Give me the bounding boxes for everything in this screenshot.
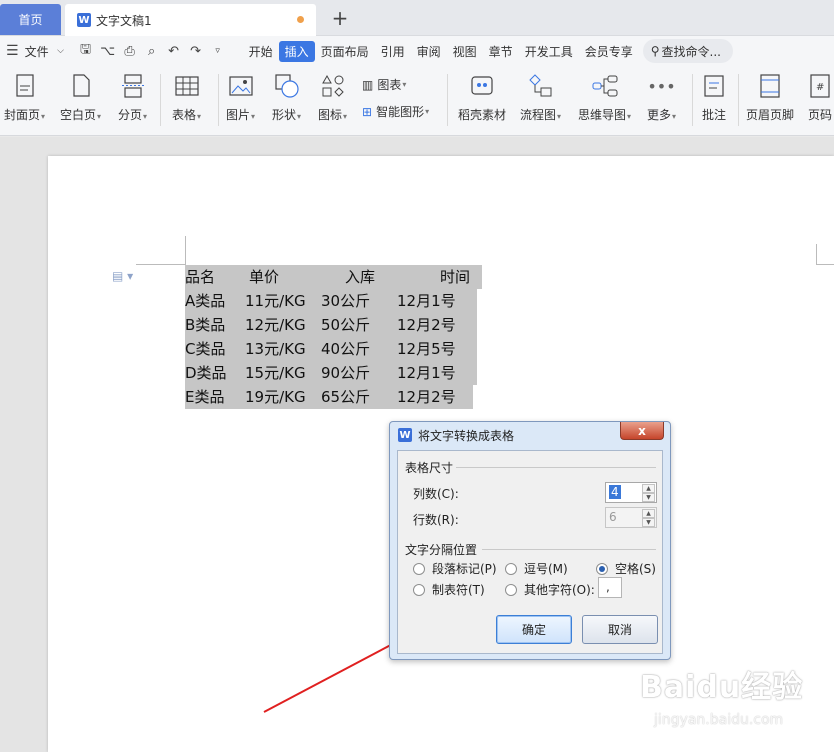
- stepper-down-icon: ▼: [642, 518, 655, 527]
- table-size-group-title: 表格尺寸: [405, 461, 454, 475]
- radio-paragraph-mark[interactable]: 段落标记(P): [413, 560, 497, 577]
- stepper-up-icon[interactable]: ▲: [642, 484, 655, 493]
- radio-comma[interactable]: 逗号(M): [505, 560, 568, 577]
- ok-button[interactable]: 确定: [496, 615, 572, 644]
- stepper-down-icon[interactable]: ▼: [642, 493, 655, 502]
- baidu-jingyan-watermark: Baidu经验: [640, 670, 804, 705]
- cancel-button[interactable]: 取消: [582, 615, 658, 644]
- radio-comma-label: 逗号(M): [524, 562, 568, 576]
- radio-circle: [505, 562, 517, 575]
- columns-stepper[interactable]: 4 ▲ ▼: [605, 482, 657, 503]
- divider: [482, 549, 656, 550]
- writer-app-icon: W: [398, 428, 412, 442]
- convert-text-to-table-dialog: W 将文字转换成表格 x 表格尺寸 列数(C): 4 ▲ ▼ 行数(R): 6 ▲…: [389, 421, 671, 660]
- radio-circle: [413, 583, 425, 596]
- radio-circle: [505, 583, 517, 596]
- other-char-input[interactable]: ,: [598, 577, 622, 598]
- radio-space-label: 空格(S): [615, 562, 656, 576]
- watermark-url: jingyan.baidu.com: [654, 712, 784, 728]
- rows-label: 行数(R):: [413, 513, 459, 527]
- radio-other-char[interactable]: 其他字符(O):: [505, 581, 595, 598]
- radio-paragraph-label: 段落标记(P): [432, 562, 497, 576]
- rows-value: 6: [609, 510, 617, 524]
- separator-group-title: 文字分隔位置: [405, 543, 478, 557]
- stepper-up-icon: ▲: [642, 509, 655, 518]
- columns-value: 4: [609, 485, 621, 499]
- rows-stepper: 6 ▲ ▼: [605, 507, 657, 528]
- dialog-title: 将文字转换成表格: [418, 428, 515, 443]
- close-button[interactable]: x: [620, 422, 664, 440]
- radio-circle-selected: [596, 562, 608, 575]
- radio-space[interactable]: 空格(S): [596, 560, 656, 577]
- dialog-body: 表格尺寸 列数(C): 4 ▲ ▼ 行数(R): 6 ▲ ▼ 文字分隔位置 段落标记…: [397, 450, 663, 654]
- radio-other-label: 其他字符(O):: [524, 583, 595, 597]
- columns-label: 列数(C):: [413, 487, 459, 501]
- radio-tab[interactable]: 制表符(T): [413, 581, 485, 598]
- divider: [456, 467, 656, 468]
- radio-circle: [413, 562, 425, 575]
- radio-tab-label: 制表符(T): [432, 583, 485, 597]
